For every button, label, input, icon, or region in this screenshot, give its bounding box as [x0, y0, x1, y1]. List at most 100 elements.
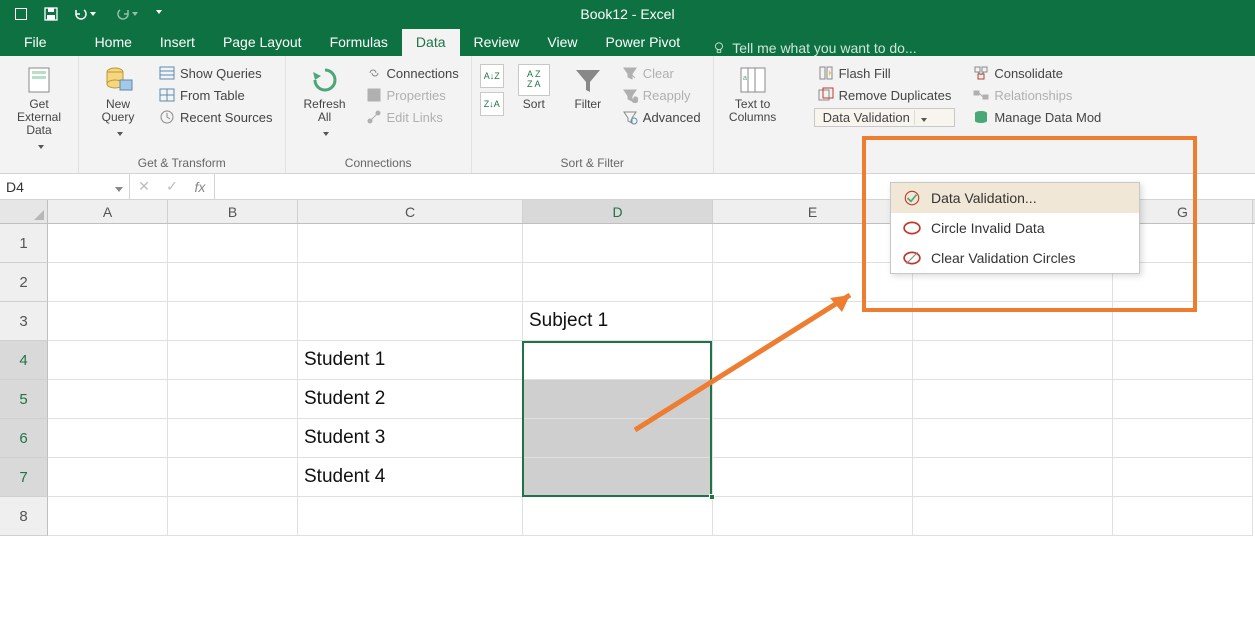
recent-sources-button[interactable]: Recent Sources [155, 108, 277, 126]
flash-fill-button[interactable]: Flash Fill [814, 64, 956, 82]
col-header-E[interactable]: E [713, 200, 913, 223]
cell-E7[interactable] [713, 458, 913, 497]
cell-F4[interactable] [913, 341, 1113, 380]
tell-me-search[interactable]: Tell me what you want to do... [712, 40, 916, 56]
row-header-8[interactable]: 8 [0, 497, 48, 536]
cell-G6[interactable] [1113, 419, 1253, 458]
cell-A4[interactable] [48, 341, 168, 380]
tab-power-pivot[interactable]: Power Pivot [592, 29, 695, 56]
tab-file[interactable]: File [10, 29, 61, 56]
row-header-1[interactable]: 1 [0, 224, 48, 263]
cell-A5[interactable] [48, 380, 168, 419]
cell-B2[interactable] [168, 263, 298, 302]
cell-A2[interactable] [48, 263, 168, 302]
tab-insert[interactable]: Insert [146, 29, 209, 56]
cell-A1[interactable] [48, 224, 168, 263]
cell-B8[interactable] [168, 497, 298, 536]
fill-handle[interactable] [709, 494, 715, 500]
cell-G4[interactable] [1113, 341, 1253, 380]
sort-button[interactable]: A ZZ A Sort [510, 60, 558, 111]
data-validation-button[interactable]: Data Validation [814, 108, 956, 127]
cell-F5[interactable] [913, 380, 1113, 419]
advanced-filter-button[interactable]: Advanced [618, 108, 705, 126]
cell-D7[interactable] [523, 458, 713, 497]
customize-qat-button[interactable] [152, 2, 168, 26]
name-box-dropdown-icon[interactable] [115, 179, 123, 195]
cell-E8[interactable] [713, 497, 913, 536]
cell-C8[interactable] [298, 497, 523, 536]
cell-C6[interactable]: Student 3 [298, 419, 523, 458]
tab-view[interactable]: View [533, 29, 591, 56]
cell-B5[interactable] [168, 380, 298, 419]
cell-D8[interactable] [523, 497, 713, 536]
cell-G3[interactable] [1113, 302, 1253, 341]
cell-B7[interactable] [168, 458, 298, 497]
col-header-B[interactable]: B [168, 200, 298, 223]
insert-function-button[interactable]: fx [186, 179, 214, 195]
cell-B6[interactable] [168, 419, 298, 458]
tab-data[interactable]: Data [402, 29, 460, 56]
cell-E6[interactable] [713, 419, 913, 458]
menu-item-clear-circles[interactable]: Clear Validation Circles [891, 243, 1139, 273]
cell-A8[interactable] [48, 497, 168, 536]
row-header-3[interactable]: 3 [0, 302, 48, 341]
cell-D1[interactable] [523, 224, 713, 263]
tab-page-layout[interactable]: Page Layout [209, 29, 316, 56]
data-validation-dropdown[interactable] [914, 110, 927, 125]
cell-A7[interactable] [48, 458, 168, 497]
cell-E1[interactable] [713, 224, 913, 263]
row-header-6[interactable]: 6 [0, 419, 48, 458]
cell-G7[interactable] [1113, 458, 1253, 497]
cell-D5[interactable] [523, 380, 713, 419]
cell-C7[interactable]: Student 4 [298, 458, 523, 497]
cell-C3[interactable] [298, 302, 523, 341]
cell-G5[interactable] [1113, 380, 1253, 419]
cell-F6[interactable] [913, 419, 1113, 458]
new-query-button[interactable]: New Query [87, 60, 149, 141]
consolidate-button[interactable]: Consolidate [969, 64, 1105, 82]
cell-C2[interactable] [298, 263, 523, 302]
col-header-C[interactable]: C [298, 200, 523, 223]
text-to-columns-button[interactable]: a Text to Columns [722, 60, 784, 124]
row-header-4[interactable]: 4 [0, 341, 48, 380]
sort-desc-button[interactable]: Z↓A [480, 92, 504, 116]
menu-item-circle-invalid[interactable]: Circle Invalid Data [891, 213, 1139, 243]
undo-button[interactable] [68, 2, 94, 26]
tab-formulas[interactable]: Formulas [316, 29, 402, 56]
row-header-7[interactable]: 7 [0, 458, 48, 497]
tab-home[interactable]: Home [81, 29, 146, 56]
select-all-corner[interactable] [0, 200, 48, 223]
tab-review[interactable]: Review [460, 29, 534, 56]
cell-B4[interactable] [168, 341, 298, 380]
sort-asc-button[interactable]: A↓Z [480, 64, 504, 88]
cell-F8[interactable] [913, 497, 1113, 536]
remove-duplicates-button[interactable]: Remove Duplicates [814, 86, 956, 104]
manage-data-model-button[interactable]: Manage Data Mod [969, 108, 1105, 126]
cell-B3[interactable] [168, 302, 298, 341]
show-queries-button[interactable]: Show Queries [155, 64, 277, 82]
cell-C4[interactable]: Student 1 [298, 341, 523, 380]
cell-D6[interactable] [523, 419, 713, 458]
cell-A3[interactable] [48, 302, 168, 341]
cell-E2[interactable] [713, 263, 913, 302]
cell-F3[interactable] [913, 302, 1113, 341]
cell-D3[interactable]: Subject 1 [523, 302, 713, 341]
cell-F7[interactable] [913, 458, 1113, 497]
col-header-D[interactable]: D [523, 200, 713, 223]
cell-E4[interactable] [713, 341, 913, 380]
save-button[interactable] [38, 2, 64, 26]
col-header-A[interactable]: A [48, 200, 168, 223]
from-table-button[interactable]: From Table [155, 86, 277, 104]
cell-C5[interactable]: Student 2 [298, 380, 523, 419]
menu-item-data-validation[interactable]: Data Validation... [891, 183, 1139, 213]
redo-button[interactable] [110, 2, 136, 26]
filter-button[interactable]: Filter [564, 60, 612, 111]
cell-A6[interactable] [48, 419, 168, 458]
cell-G8[interactable] [1113, 497, 1253, 536]
cell-D2[interactable] [523, 263, 713, 302]
cell-C1[interactable] [298, 224, 523, 263]
cell-D4[interactable] [523, 341, 713, 380]
name-box[interactable]: D4 [0, 174, 130, 199]
row-header-2[interactable]: 2 [0, 263, 48, 302]
row-header-5[interactable]: 5 [0, 380, 48, 419]
